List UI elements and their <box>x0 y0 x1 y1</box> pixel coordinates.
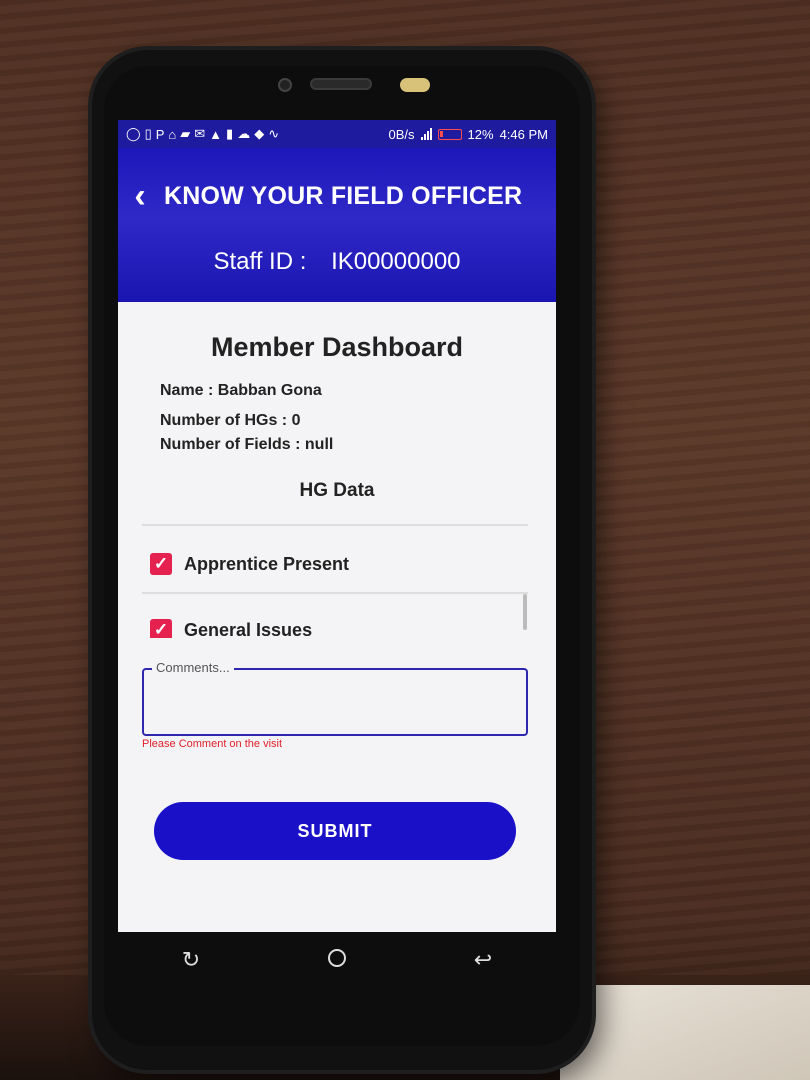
recent-apps-icon[interactable]: ↻ <box>171 947 211 973</box>
comment-placeholder: Comments... <box>152 660 234 675</box>
parking-icon: P <box>155 126 165 142</box>
comment-error: Please Comment on the visit <box>142 738 283 750</box>
system-nav-bar: ↻ ↩ <box>118 932 556 988</box>
mail-icon: ✉ <box>194 126 206 141</box>
page-title: KNOW YOUR FIELD OFFICER <box>164 182 523 210</box>
list-scrollbar[interactable] <box>523 594 527 630</box>
member-name: Name : Babban Gona <box>160 382 322 399</box>
checklist-item-apprentice[interactable]: ✓ Apprentice Present <box>150 553 349 575</box>
sim-icon: ▯ <box>144 126 152 141</box>
comment-field[interactable] <box>142 668 528 736</box>
photo-icon: ▰ <box>180 126 191 141</box>
checkbox-checked-icon[interactable]: ✓ <box>150 553 172 575</box>
checkbox-checked-icon[interactable]: ✓ <box>150 619 172 638</box>
shield-icon: ◆ <box>254 126 265 141</box>
warning-icon: ▲ <box>209 126 223 142</box>
earpiece <box>310 78 372 90</box>
staff-id-label: Staff ID : <box>213 248 307 275</box>
front-camera <box>278 78 292 92</box>
battery-percent: 12% <box>467 126 494 142</box>
front-flash <box>400 78 430 92</box>
checklist-label: General Issues <box>184 619 313 639</box>
activity-icon: ∿ <box>268 126 280 141</box>
clock: 4:46 PM <box>499 126 548 142</box>
shirt-icon: ⌂ <box>168 126 177 142</box>
hg-data-title: HG Data <box>299 480 375 501</box>
sd-card-icon: ▮ <box>226 126 234 141</box>
checklist-scroll-area[interactable]: ✓ General Issues <box>118 590 556 638</box>
net-speed: 0B/s <box>388 126 415 142</box>
comment-input[interactable] <box>152 686 518 726</box>
chat-icon: ◯ <box>126 126 141 141</box>
submit-button[interactable]: SUBMIT <box>154 802 516 860</box>
notification-icons: ◯ ▯ P ⌂ ▰ ✉ ▲ ▮ ☁ ◆ ∿ <box>126 126 389 142</box>
phone-screen: ◯ ▯ P ⌂ ▰ ✉ ▲ ▮ ☁ ◆ ∿ 0B/s 12% 4:46 PM ‹… <box>118 120 556 932</box>
back-button[interactable]: ‹ <box>126 176 154 216</box>
nav-back-icon[interactable]: ↩ <box>463 947 503 973</box>
status-right: 0B/s 12% 4:46 PM <box>389 127 548 142</box>
divider <box>142 524 528 526</box>
app-bar: ‹ KNOW YOUR FIELD OFFICER Staff ID : IK0… <box>118 148 556 302</box>
number-of-hgs: Number of HGs : 0 <box>160 412 301 429</box>
dashboard-title: Member Dashboard <box>210 332 464 362</box>
status-bar: ◯ ▯ P ⌂ ▰ ✉ ▲ ▮ ☁ ◆ ∿ 0B/s 12% 4:46 PM <box>118 120 556 148</box>
checklist-label: Apprentice Present <box>184 553 350 574</box>
battery-icon <box>437 128 462 140</box>
signal-icon <box>420 128 432 140</box>
staff-id-row: Staff ID : IK00000000 <box>118 248 556 276</box>
number-of-fields: Number of Fields : null <box>160 436 334 453</box>
cloud-icon: ☁ <box>237 126 251 141</box>
staff-id-value: IK00000000 <box>331 248 461 275</box>
home-icon[interactable] <box>317 947 357 973</box>
floor <box>560 985 810 1080</box>
checklist-item-general-issues[interactable]: ✓ General Issues <box>150 619 312 638</box>
chevron-left-icon: ‹ <box>134 177 146 215</box>
